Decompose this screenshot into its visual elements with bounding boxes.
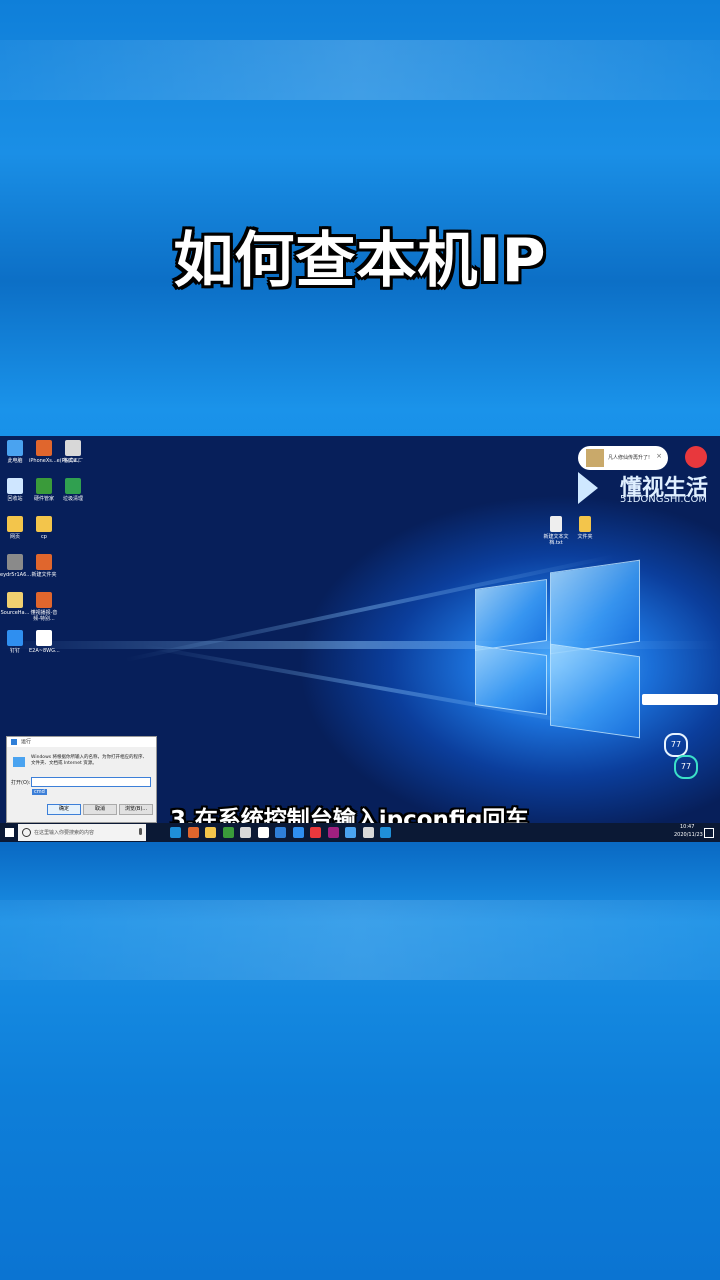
hardware-icon (36, 478, 52, 494)
brand-domain: 51DONGSHI.COM (620, 494, 708, 505)
desktop-icon-text-file[interactable]: 新建文本文档.txt (541, 516, 571, 546)
desktop-icon-label: eydr5r1A6... (0, 572, 32, 578)
page-title: 如何查本机IP (173, 226, 547, 296)
taskbar-app-icon[interactable] (380, 827, 391, 838)
desktop-icon[interactable]: cp (29, 516, 59, 540)
folder-icon (7, 516, 23, 532)
clock-date[interactable]: 2020/11/23 (674, 832, 703, 838)
desktop-screenshot: 此电脑 iPhoneXs...e(PS(De... 格式工厂回收站 硬件管家 垃圾清理网… (0, 436, 720, 842)
taskbar-app-icon[interactable] (170, 827, 181, 838)
ok-button[interactable]: 确定 (47, 804, 81, 815)
run-dialog-title: 运行 (7, 737, 156, 747)
app-icon (36, 554, 52, 570)
computer-icon (7, 440, 23, 456)
search-icon (22, 828, 31, 837)
desktop-icon[interactable]: E2A~8WG... (29, 630, 60, 654)
run-input[interactable]: cmd (31, 777, 151, 795)
text-file-icon (550, 516, 562, 532)
run-description: Windows 将根据你所输入的名称，为你打开相应的程序、文件夹、文档或 Int… (31, 755, 148, 766)
ime-toolbar[interactable] (642, 694, 718, 705)
desktop-icon[interactable]: 垃圾清理 (58, 478, 88, 502)
taskbar-app-icon[interactable] (345, 827, 356, 838)
desktop-icon-label: 回收站 (7, 496, 23, 502)
taskbar-app-icon[interactable] (275, 827, 286, 838)
dingtalk-icon (7, 630, 23, 646)
desktop-icon[interactable]: 格式工厂 (58, 440, 88, 464)
desktop-icon-label: 新建文件夹 (31, 572, 57, 578)
browse-button[interactable]: 浏览(B)... (119, 804, 153, 815)
folder-icon (36, 516, 52, 532)
desktop-icon-label: 此电脑 (7, 458, 23, 464)
taskbar-app-icon[interactable] (222, 827, 234, 838)
brand-logo-icon (578, 472, 598, 504)
desktop-icon-label: 网页 (9, 534, 20, 540)
desktop-icon-label: 钉钉 (9, 648, 20, 654)
app-icon (36, 440, 52, 456)
desktop-icon[interactable]: eydr5r1A6... (0, 554, 32, 578)
taskbar-app-icon[interactable] (327, 827, 339, 838)
file-icon (7, 554, 23, 570)
notification-text: 凡人修仙传再升了! (608, 455, 651, 461)
desktop-icon[interactable]: 回收站 (0, 478, 30, 502)
taskbar-app-icon[interactable] (187, 827, 199, 838)
run-icon (13, 757, 25, 767)
taskbar-app-icon[interactable] (205, 827, 216, 838)
desktop-icon[interactable]: 此电脑 (0, 440, 30, 464)
recycle-bin-icon (7, 478, 23, 494)
run-dialog: 运行 Windows 将根据你所输入的名称，为你打开相应的程序、文件夹、文档或 … (6, 736, 157, 823)
speed-gauge[interactable]: 77 (664, 733, 688, 757)
taskbar-app-icon[interactable] (310, 827, 321, 838)
close-icon[interactable]: × (656, 452, 662, 460)
desktop-icon-label: 懂视播报-音频-特别... (30, 610, 58, 622)
desktop-icon[interactable]: iPhoneXs...e(PS(De... (29, 440, 82, 464)
taskbar-app-icon[interactable] (240, 827, 251, 838)
format-factory-icon (65, 440, 81, 456)
desktop-icon-label: SourceHa... (0, 610, 30, 616)
notification-center-icon[interactable] (704, 828, 714, 838)
taskbar-app-icon[interactable] (292, 827, 304, 838)
cancel-button[interactable]: 取消 (83, 804, 117, 815)
desktop-icon-label: cp (41, 534, 47, 540)
file-icon (7, 592, 23, 608)
desktop-icon[interactable]: 懂视播报-音频-特别... (29, 592, 59, 622)
taskbar: 在这里输入你要搜索的内容 10:47 2020/11/23 (0, 823, 720, 842)
desktop-icon-folder[interactable]: 文件夹 (570, 516, 600, 540)
cleaner-icon (65, 478, 81, 494)
search-box[interactable]: 在这里输入你要搜索的内容 (18, 824, 146, 841)
app-icon (36, 592, 52, 608)
desktop-icon[interactable]: 硬件管家 (29, 478, 59, 502)
speed-gauge[interactable]: 77 (674, 755, 698, 779)
desktop-icon-label: 格式工厂 (62, 458, 83, 464)
desktop-icon-label: E2A~8WG... (29, 648, 60, 654)
microphone-icon[interactable] (139, 828, 142, 835)
gauge-value: 77 (680, 762, 692, 771)
taskbar-app-icon[interactable] (362, 827, 374, 838)
notification-bubble[interactable]: 凡人修仙传再升了! × (578, 446, 668, 470)
desktop-icon-label: 硬件管家 (33, 496, 54, 502)
clock-time[interactable]: 10:47 (680, 824, 694, 830)
start-icon[interactable] (5, 828, 14, 837)
folder-icon (579, 516, 591, 532)
desktop-icon[interactable]: SourceHa... (0, 592, 30, 616)
desktop-icon[interactable]: 钉钉 (0, 630, 30, 654)
notification-app-icon[interactable] (685, 446, 707, 468)
desktop-icon[interactable]: 新建文件夹 (29, 554, 59, 578)
game-avatar-icon (586, 449, 604, 467)
desktop-icon-label: 垃圾清理 (62, 496, 83, 502)
file-icon (36, 630, 52, 646)
desktop-icon[interactable]: 网页 (0, 516, 30, 540)
open-label: 打开(O): (11, 780, 31, 786)
taskbar-app-icon[interactable] (257, 827, 269, 838)
gauge-value: 77 (670, 740, 682, 749)
